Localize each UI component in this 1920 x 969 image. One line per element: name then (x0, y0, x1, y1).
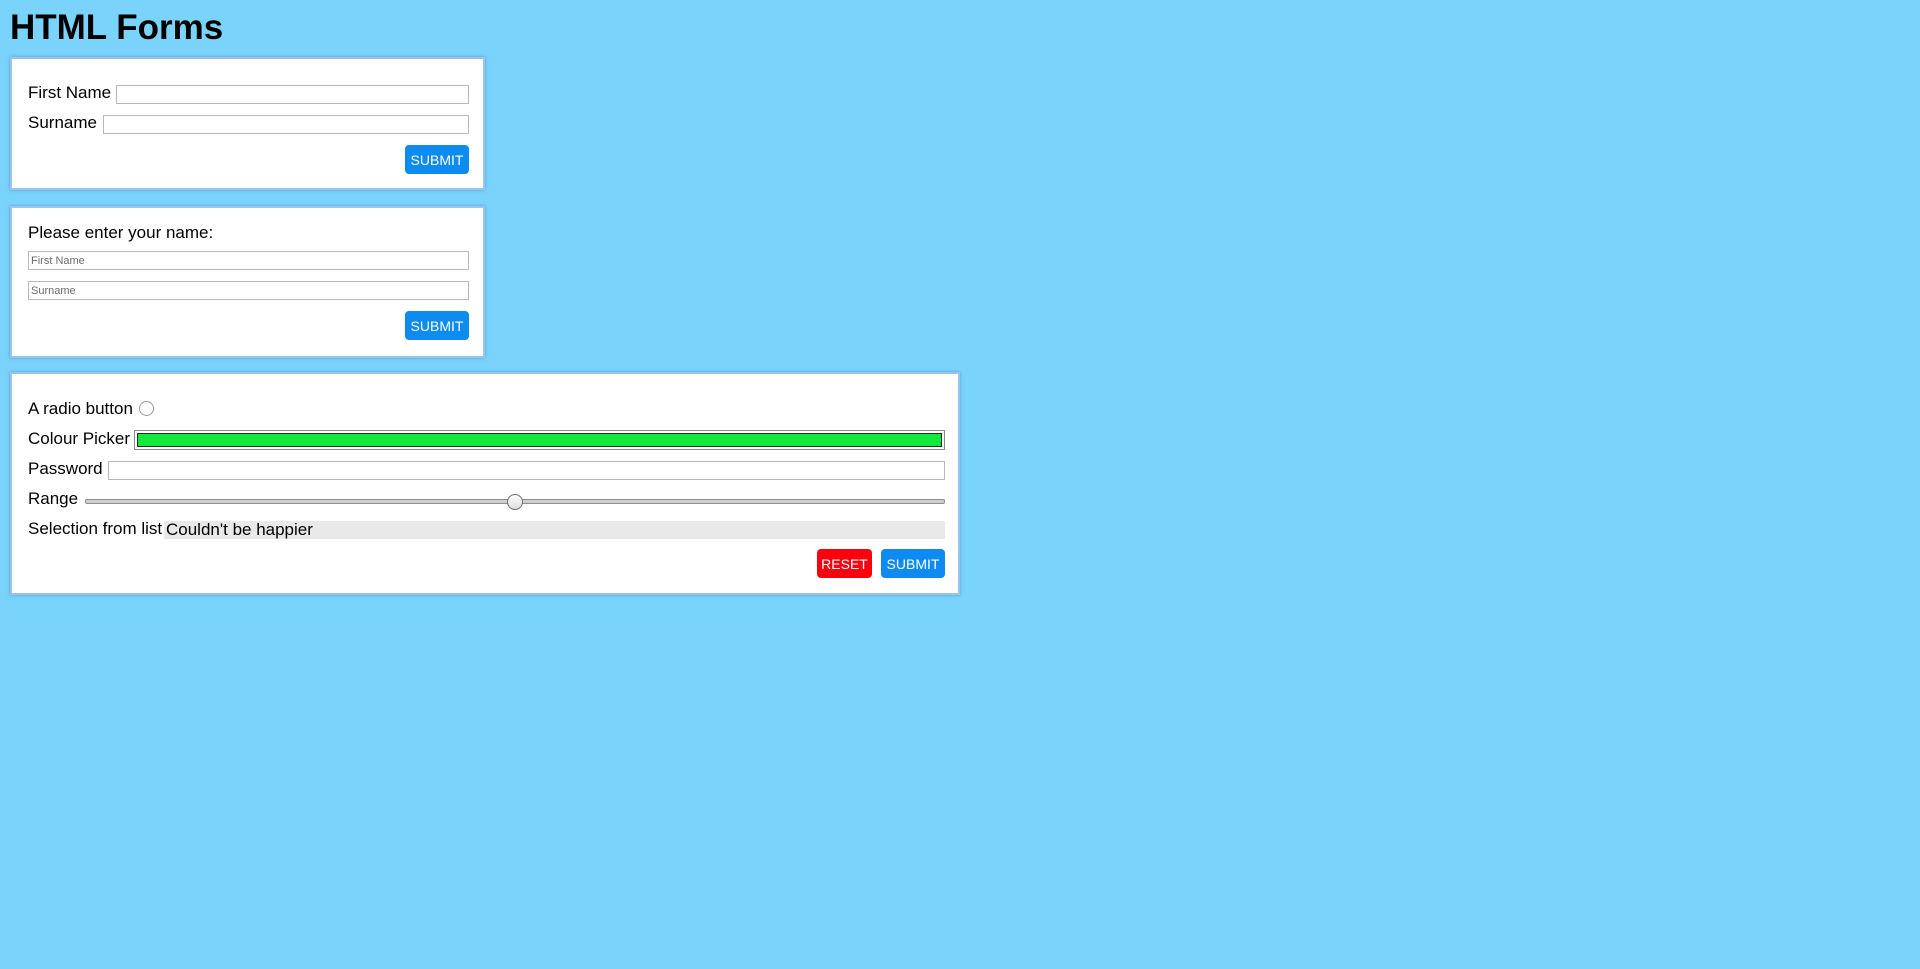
range-label: Range (28, 489, 79, 508)
submit-button[interactable]: SUBMIT (881, 549, 945, 578)
surname-input[interactable] (28, 281, 469, 300)
first-name-label: First Name (28, 83, 112, 102)
submit-button[interactable]: SUBMIT (405, 311, 469, 340)
first-name-input[interactable] (116, 85, 469, 104)
page-title: HTML Forms (10, 8, 224, 47)
password-label: Password (28, 459, 103, 478)
colour-picker-label: Colour Picker (28, 429, 131, 448)
password-input[interactable] (108, 461, 945, 480)
radio-button[interactable] (139, 401, 154, 416)
surname-label: Surname (28, 113, 97, 132)
colour-picker[interactable] (134, 430, 945, 450)
submit-button[interactable]: SUBMIT (405, 145, 469, 174)
radio-label: A radio button (28, 399, 133, 418)
name-prompt: Please enter your name: (28, 223, 214, 242)
input-types-form: A radio button Colour Picker Password Ra… (10, 372, 960, 595)
name-form-labelled: First Name Surname SUBMIT (10, 57, 485, 190)
name-form-placeholders: Please enter your name: SUBMIT (10, 206, 485, 358)
selection-dropdown[interactable]: Couldn't be happier (164, 521, 945, 539)
first-name-input[interactable] (28, 251, 469, 270)
colour-swatch (137, 433, 942, 447)
range-thumb[interactable] (507, 494, 523, 510)
reset-button[interactable]: RESET (817, 549, 872, 578)
selection-label: Selection from list (28, 519, 163, 538)
surname-input[interactable] (103, 115, 469, 134)
